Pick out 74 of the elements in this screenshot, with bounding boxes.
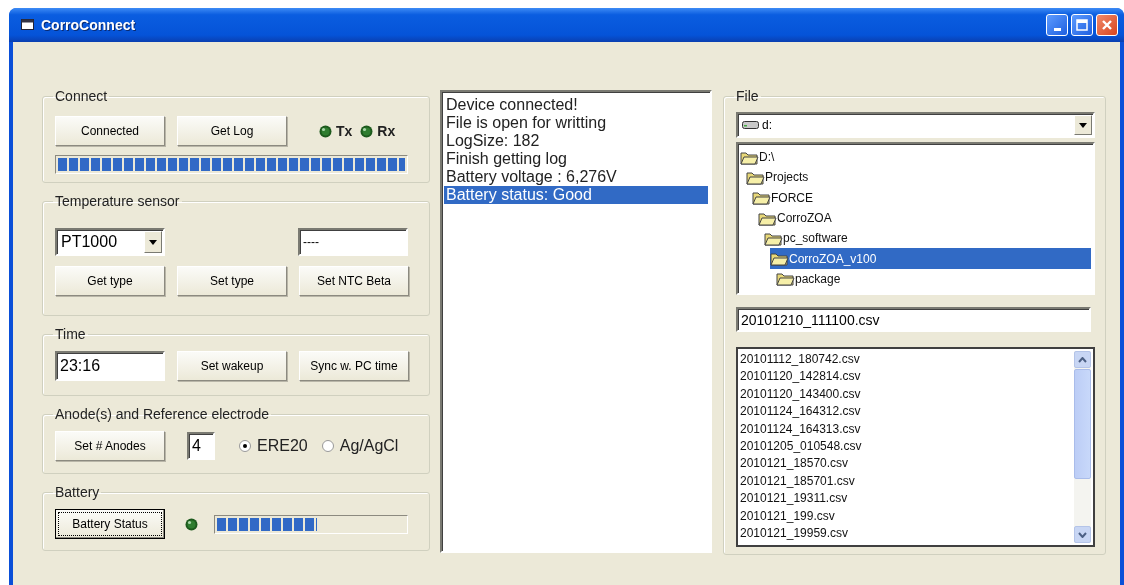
set-anodes-button[interactable]: Set # Anodes [55,431,165,461]
folder-item[interactable]: CorroZOA_v100 [770,248,1091,269]
folder-icon [764,230,783,246]
filename-field[interactable]: 20101210_111100.csv [736,307,1091,332]
folder-icon [752,190,771,206]
indicator-label: Rx [377,123,396,139]
drive-dropdown[interactable]: d: [736,112,1095,138]
minimize-icon [1053,27,1061,31]
led-icon [319,124,332,138]
scroll-up-icon[interactable] [1074,351,1091,368]
set-type-button[interactable]: Set type [177,266,287,296]
time-field[interactable]: 23:16 [55,351,165,381]
scrollbar-thumb[interactable] [1074,369,1091,479]
folder-icon [746,169,765,185]
sensor-type-dropdown[interactable]: PT1000 [55,228,165,256]
file-item[interactable]: 2010121_19311.csv [740,490,1074,508]
file-item[interactable]: 2010121_19959.csv [740,525,1074,543]
app-icon [21,19,35,31]
connect-button[interactable]: Connected [55,116,165,146]
folder-icon [740,149,759,165]
folder-icon [770,251,789,267]
set-ntc-beta-button[interactable]: Set NTC Beta [299,266,409,296]
group-label: Connect [54,88,109,104]
radio-label: Ag/AgCl [339,437,399,455]
log-item[interactable]: LogSize: 182 [444,132,708,150]
radio-label: ERE20 [257,437,308,455]
folder-item[interactable]: D:\ [740,147,1091,168]
group-label: Battery [54,484,101,500]
led-icon [185,517,198,531]
radio-button[interactable] [239,440,251,452]
group-label: Temperature sensor [54,193,181,209]
file-item[interactable]: 2010121_199.csv [740,507,1074,526]
drive-icon [742,120,760,130]
log-item[interactable]: File is open for writting [444,114,708,132]
temperature-field[interactable]: ---- [298,228,408,256]
file-item[interactable]: 2010121_18570.csv [740,455,1074,473]
get-type-button[interactable]: Get type [55,266,165,296]
anode-count-field[interactable]: 4 [187,432,215,460]
minimize-button[interactable] [1046,14,1068,36]
get-log-button[interactable]: Get Log [177,116,287,146]
led-icon [360,124,374,138]
maximize-button[interactable] [1071,14,1093,36]
folder-item[interactable]: package [776,268,1091,290]
close-button[interactable] [1096,14,1118,36]
file-item[interactable]: 20101112_180742.csv [740,351,1074,369]
group-label: Anode(s) and Reference electrode [54,406,271,422]
file-item[interactable]: 20101124_164313.csv [740,420,1074,439]
group-label: Time [54,326,87,342]
battery-status-button[interactable]: Battery Status [55,509,165,539]
log-item[interactable]: Battery status: Good [444,186,708,204]
scrollbar[interactable] [1074,351,1091,543]
log-item[interactable]: Device connected! [444,96,708,114]
maximize-icon [1076,19,1088,31]
folder-icon [758,210,777,226]
radio-button[interactable] [321,440,334,452]
set-wakeup-button[interactable]: Set wakeup [177,351,287,381]
file-item[interactable]: 20101120_142814.csv [740,368,1074,386]
sync-time-button[interactable]: Sync w. PC time [299,351,409,381]
window-title: CorroConnect [41,17,136,33]
scroll-down-icon[interactable] [1074,526,1091,543]
folder-item[interactable]: pc_software [764,228,1091,249]
folder-item[interactable]: Projects [746,167,1091,188]
indicator-label: Tx [336,123,353,139]
file-item[interactable]: 20101120_143400.csv [740,385,1074,404]
folder-item[interactable]: CorroZOA [758,207,1091,229]
log-item[interactable]: Finish getting log [444,150,708,168]
log-item[interactable]: Battery voltage : 6,276V [444,168,708,186]
file-item[interactable]: 2010121_185701.csv [740,472,1074,491]
group-label: File [735,88,760,104]
file-item[interactable]: 20101205_010548.csv [740,438,1074,456]
folder-item[interactable]: FORCE [752,187,1091,208]
close-icon [1101,19,1113,31]
folder-icon [776,271,795,287]
file-item[interactable]: 20101124_164312.csv [740,403,1074,421]
